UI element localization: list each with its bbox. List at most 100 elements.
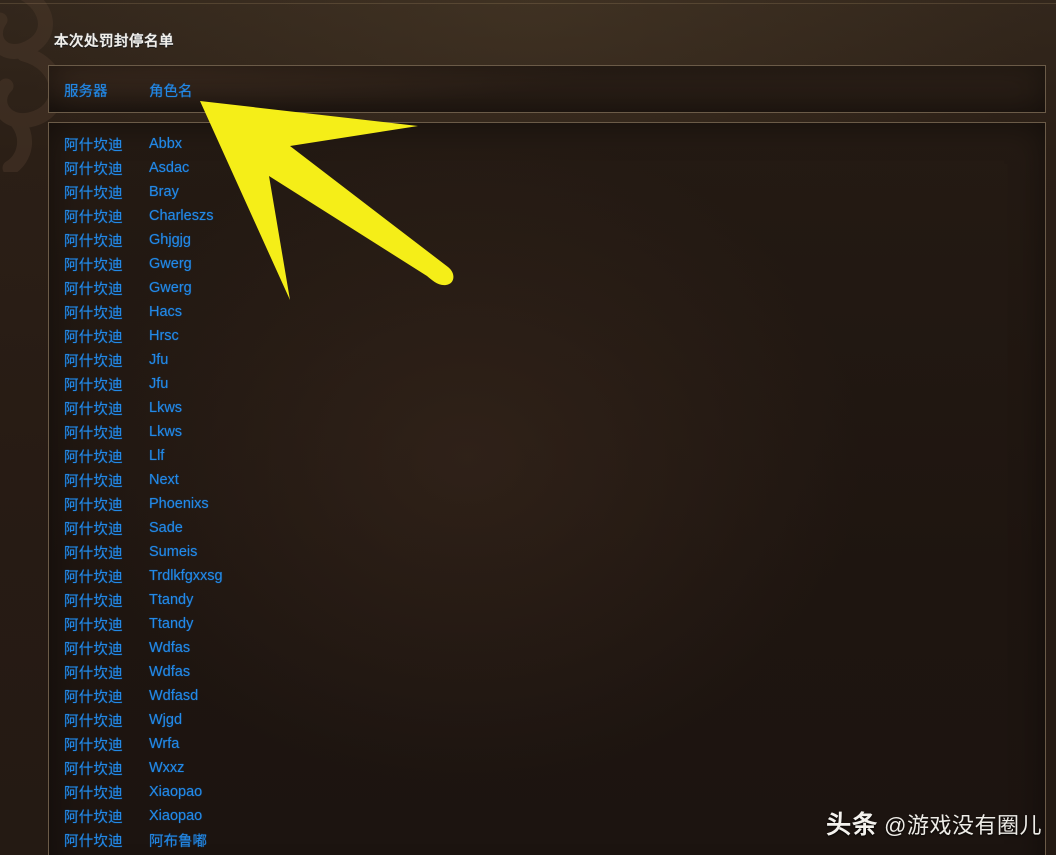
table-row: 阿什坎迪 Ttandy (49, 588, 1045, 612)
server-name-link[interactable]: 阿什坎迪 (64, 714, 123, 730)
server-name-link[interactable]: 阿什坎迪 (64, 162, 123, 178)
server-name-link[interactable]: 阿什坎迪 (64, 402, 123, 418)
server-name-link[interactable]: 阿什坎迪 (64, 834, 123, 850)
cell-server: 阿什坎迪 (49, 614, 149, 635)
cell-server: 阿什坎迪 (49, 398, 149, 419)
cell-server: 阿什坎迪 (49, 134, 149, 155)
server-name-link[interactable]: 阿什坎迪 (64, 138, 123, 154)
cell-server: 阿什坎迪 (49, 518, 149, 539)
role-name-link[interactable]: Ghjgjg (149, 232, 191, 248)
table-row: 阿什坎迪 Jfu (49, 348, 1045, 372)
table-row: 阿什坎迪 Gwerg (49, 252, 1045, 276)
role-name-link[interactable]: Ttandy (149, 616, 193, 632)
role-name-link[interactable]: Jfu (149, 352, 168, 368)
server-name-link[interactable]: 阿什坎迪 (64, 618, 123, 634)
table-row: 阿什坎迪 Asdac (49, 156, 1045, 180)
cell-role: Sumeis (149, 543, 197, 561)
server-name-link[interactable]: 阿什坎迪 (64, 474, 123, 490)
cell-role: Wdfasd (149, 687, 198, 705)
cell-role: Jfu (149, 375, 168, 393)
server-name-link[interactable]: 阿什坎迪 (64, 762, 123, 778)
cell-role: Wxxz (149, 759, 184, 777)
server-name-link[interactable]: 阿什坎迪 (64, 570, 123, 586)
cell-role: Hacs (149, 303, 182, 321)
role-name-link[interactable]: Hacs (149, 304, 182, 320)
column-header-role[interactable]: 角色名 (149, 80, 193, 101)
role-name-link[interactable]: Xiaopao (149, 784, 202, 800)
role-name-link[interactable]: Wdfas (149, 664, 190, 680)
server-name-link[interactable]: 阿什坎迪 (64, 666, 123, 682)
role-name-link[interactable]: Lkws (149, 424, 182, 440)
table-row: 阿什坎迪 Llf (49, 444, 1045, 468)
table-rows: 阿什坎迪 Abbx 阿什坎迪 Asdac 阿什坎迪 Bray 阿什坎迪 Charleszs 阿什… (49, 132, 1045, 852)
channel-watermark: 头条 @游戏没有圈儿 (826, 805, 1042, 841)
cell-role: Xiaopao (149, 807, 202, 825)
role-name-link[interactable]: Asdac (149, 160, 189, 176)
role-name-link[interactable]: Lkws (149, 400, 182, 416)
cell-role: Bray (149, 183, 179, 201)
role-name-link[interactable]: Xiaopao (149, 808, 202, 824)
table-row: 阿什坎迪 Charleszs (49, 204, 1045, 228)
role-name-link[interactable]: Phoenixs (149, 496, 209, 512)
server-name-link[interactable]: 阿什坎迪 (64, 282, 123, 298)
server-name-link[interactable]: 阿什坎迪 (64, 498, 123, 514)
table-row: 阿什坎迪 Wrfa (49, 732, 1045, 756)
role-name-link[interactable]: Gwerg (149, 280, 192, 296)
table-header-row: 服务器 角色名 (49, 66, 193, 114)
server-name-link[interactable]: 阿什坎迪 (64, 738, 123, 754)
table-row: 阿什坎迪 Xiaopao (49, 780, 1045, 804)
watermark-handle: @游戏没有圈儿 (884, 813, 1042, 838)
role-name-link[interactable]: Wdfas (149, 640, 190, 656)
role-name-link[interactable]: Jfu (149, 376, 168, 392)
server-name-link[interactable]: 阿什坎迪 (64, 306, 123, 322)
role-name-link[interactable]: Ttandy (149, 592, 193, 608)
table-row: 阿什坎迪 Wjgd (49, 708, 1045, 732)
role-name-link[interactable]: Wxxz (149, 760, 184, 776)
role-name-link[interactable]: Charleszs (149, 208, 213, 224)
role-name-link[interactable]: Wrfa (149, 736, 179, 752)
server-name-link[interactable]: 阿什坎迪 (64, 378, 123, 394)
server-name-link[interactable]: 阿什坎迪 (64, 330, 123, 346)
role-name-link[interactable]: Bray (149, 184, 179, 200)
server-name-link[interactable]: 阿什坎迪 (64, 426, 123, 442)
server-name-link[interactable]: 阿什坎迪 (64, 642, 123, 658)
role-name-link[interactable]: Next (149, 472, 179, 488)
cell-server: 阿什坎迪 (49, 206, 149, 227)
server-name-link[interactable]: 阿什坎迪 (64, 354, 123, 370)
server-name-link[interactable]: 阿什坎迪 (64, 234, 123, 250)
page-title: 本次处罚封停名单 (54, 34, 174, 50)
cell-server: 阿什坎迪 (49, 446, 149, 467)
server-name-link[interactable]: 阿什坎迪 (64, 786, 123, 802)
cell-server: 阿什坎迪 (49, 782, 149, 803)
server-name-link[interactable]: 阿什坎迪 (64, 258, 123, 274)
server-name-link[interactable]: 阿什坎迪 (64, 810, 123, 826)
server-name-link[interactable]: 阿什坎迪 (64, 594, 123, 610)
role-name-link[interactable]: Hrsc (149, 328, 179, 344)
server-name-link[interactable]: 阿什坎迪 (64, 210, 123, 226)
role-name-link[interactable]: Wdfasd (149, 688, 198, 704)
role-name-link[interactable]: 阿布鲁嘟 (149, 834, 207, 850)
role-name-link[interactable]: Gwerg (149, 256, 192, 272)
server-name-link[interactable]: 阿什坎迪 (64, 186, 123, 202)
table-row: 阿什坎迪 Phoenixs (49, 492, 1045, 516)
role-name-link[interactable]: Wjgd (149, 712, 182, 728)
role-name-link[interactable]: Sumeis (149, 544, 197, 560)
column-header-server[interactable]: 服务器 (49, 80, 149, 101)
role-name-link[interactable]: Abbx (149, 136, 182, 152)
table-row: 阿什坎迪 Hacs (49, 300, 1045, 324)
watermark-brand: 头条 (826, 811, 879, 839)
cell-role: Jfu (149, 351, 168, 369)
table-row: 阿什坎迪 Sumeis (49, 540, 1045, 564)
table-row: 阿什坎迪 Abbx (49, 132, 1045, 156)
server-name-link[interactable]: 阿什坎迪 (64, 450, 123, 466)
server-name-link[interactable]: 阿什坎迪 (64, 690, 123, 706)
table-row: 阿什坎迪 Trdlkfgxxsg (49, 564, 1045, 588)
server-name-link[interactable]: 阿什坎迪 (64, 522, 123, 538)
server-name-link[interactable]: 阿什坎迪 (64, 546, 123, 562)
role-name-link[interactable]: Sade (149, 520, 183, 536)
role-name-link[interactable]: Llf (149, 448, 164, 464)
cell-role: Hrsc (149, 327, 179, 345)
cell-server: 阿什坎迪 (49, 302, 149, 323)
cell-server: 阿什坎迪 (49, 806, 149, 827)
role-name-link[interactable]: Trdlkfgxxsg (149, 568, 223, 584)
